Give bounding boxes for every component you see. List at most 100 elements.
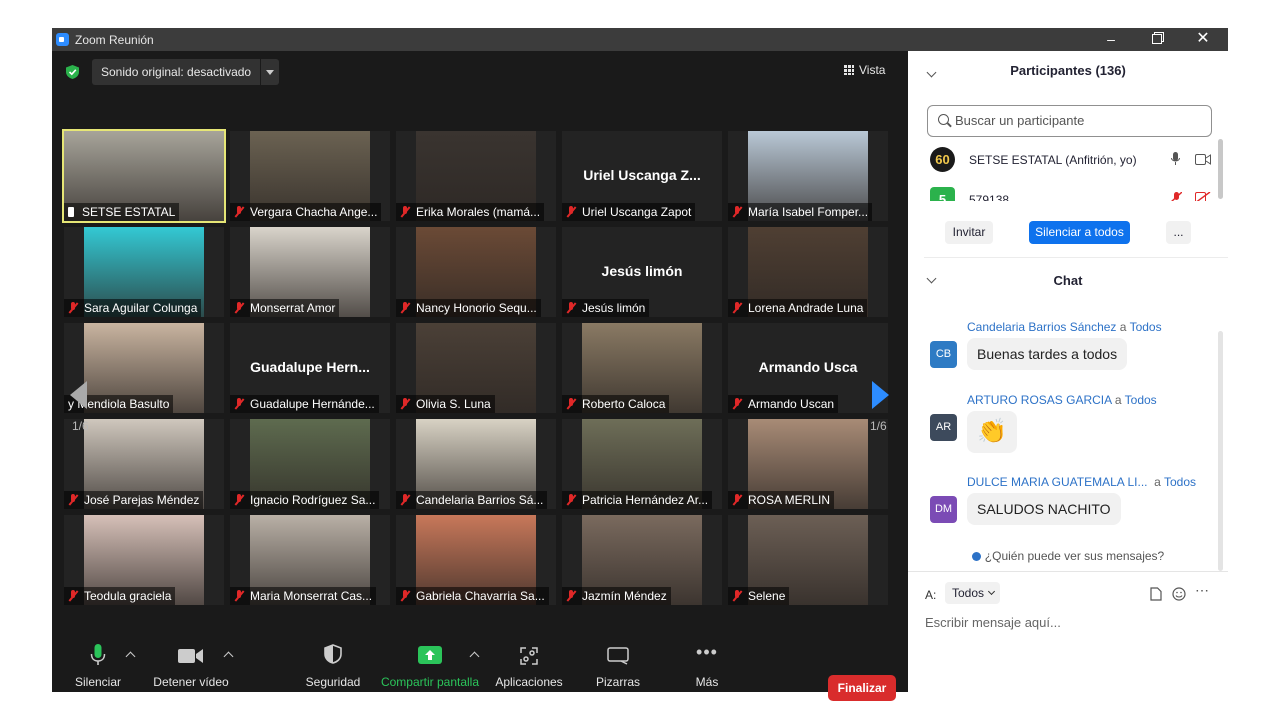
participant-video-tile[interactable]: Patricia Hernández Ar... [562,419,722,509]
participant-name: Nancy Honorio Sequ... [416,301,537,315]
more-options-icon[interactable]: ⋯ [1195,582,1209,599]
whiteboards-button[interactable]: Pizarras [588,634,648,692]
recipient-name[interactable]: Todos [1125,393,1157,407]
end-meeting-button[interactable]: Finalizar [828,675,896,701]
participant-name-label: Uriel Uscanga Zapot [562,203,696,221]
participant-video-tile[interactable]: Armando Usca Armando Uscan [728,323,888,413]
participant-video-tile[interactable]: Ignacio Rodríguez Sa... [230,419,390,509]
participant-search-input[interactable]: Buscar un participante [927,105,1212,137]
participant-video-tile[interactable]: SETSE ESTATAL [62,129,226,223]
participant-video-tile[interactable]: Jesús limón Jesús limón [562,227,722,317]
participant-video-tile[interactable]: Teodula graciela [64,515,224,605]
who-can-see-text: ¿Quién puede ver sus mensajes? [984,549,1165,563]
participant-video-tile[interactable]: Olivia S. Luna [396,323,556,413]
participant-video-tile[interactable]: Monserrat Amor [230,227,390,317]
participant-name-display: Armando Usca [758,359,858,375]
mute-all-button[interactable]: Silenciar a todos [1029,221,1130,244]
grid-view-icon [844,65,854,75]
participant-video-tile[interactable]: Selene [728,515,888,605]
participant-row-host[interactable]: 60 SETSE ESTATAL (Anfitrión, yo) [928,145,1218,173]
participant-name-label: Jazmín Méndez [562,587,671,605]
recipient-name[interactable]: Todos [1164,475,1196,489]
participant-name: Ignacio Rodríguez Sa... [250,493,376,507]
participant-video-tile[interactable]: Lorena Andrade Luna [728,227,888,317]
participant-name-label: Teodula graciela [64,587,176,605]
participant-row[interactable]: 5 579138 [928,183,1218,201]
divider [924,257,1228,258]
message-bubble-clapping-emoji: 👏 [967,411,1017,453]
participant-name-label: Vergara Chacha Ange... [230,203,382,221]
emoji-icon[interactable] [1172,587,1186,601]
participants-more-button[interactable]: ... [1166,221,1191,244]
share-screen-button[interactable]: Compartir pantalla [378,634,482,692]
muted-microphone-icon[interactable] [1171,192,1182,201]
microphone-icon[interactable] [1171,152,1180,166]
mute-label: Silenciar [74,675,122,689]
recipient-dropdown[interactable]: Todos [945,582,1001,604]
chat-message-input[interactable]: Escribir mensaje aquí... [925,615,1061,630]
participant-video-tile[interactable]: Gabriela Chavarria Sa... [396,515,556,605]
participant-video-tile[interactable]: Jazmín Méndez [562,515,722,605]
original-sound-toggle[interactable]: Sonido original: desactivado [92,59,279,85]
sender-avatar: CB [930,341,957,368]
sender-name[interactable]: DULCE MARIA GUATEMALA LI... [967,475,1148,489]
next-page-arrow-icon[interactable] [872,381,889,409]
share-screen-label: Compartir pantalla [380,675,480,689]
invite-button[interactable]: Invitar [945,221,993,244]
participant-video-tile[interactable]: Erika Morales (mamá... [396,131,556,221]
recipient-name[interactable]: Todos [1130,320,1162,334]
participant-video-tile[interactable]: Maria Monserrat Cas... [230,515,390,605]
previous-page-arrow-icon[interactable] [70,381,87,409]
restore-button[interactable] [1134,28,1180,51]
muted-microphone-icon [566,398,576,410]
participants-scrollbar[interactable] [1218,139,1223,199]
whiteboards-label: Pizarras [595,675,640,689]
participant-video-tile[interactable]: Uriel Uscanga Z... Uriel Uscanga Zapot [562,131,722,221]
participant-video-tile[interactable]: Vergara Chacha Ange... [230,131,390,221]
video-off-icon[interactable] [1195,192,1211,201]
participant-video-tile[interactable]: Roberto Caloca [562,323,722,413]
participant-video-tile[interactable]: Candelaria Barrios Sá... [396,419,556,509]
muted-microphone-icon [234,494,244,506]
participant-video-tile[interactable]: María Isabel Fomper... [728,131,888,221]
mute-button[interactable]: Silenciar [66,634,130,692]
participant-name: Uriel Uscanga Zapot [582,205,692,219]
encryption-shield-icon[interactable] [66,65,79,79]
sender-name[interactable]: Candelaria Barrios Sánchez [967,320,1116,334]
chevron-down-icon[interactable] [260,59,279,85]
participant-name-label: Patricia Hernández Ar... [562,491,713,509]
participant-name: Erika Morales (mamá... [416,205,541,219]
minimize-button[interactable]: – [1088,28,1134,51]
apps-button[interactable]: Aplicaciones [492,634,566,692]
participant-video-tile[interactable]: ROSA MERLIN [728,419,888,509]
participant-name-label: Jesús limón [562,299,650,317]
apps-label: Aplicaciones [495,675,563,689]
video-camera-icon[interactable] [1195,154,1211,165]
security-button[interactable]: Seguridad [298,634,368,692]
who-can-see-link[interactable]: ¿Quién puede ver sus mensajes? [908,549,1228,563]
muted-microphone-icon [566,590,576,602]
file-icon[interactable] [1150,587,1162,601]
chat-scrollbar[interactable] [1218,331,1223,571]
participant-video-tile[interactable]: Sara Aguilar Colunga [64,227,224,317]
meeting-toolbar: Silenciar Detener vídeo Seguridad Compar… [52,634,908,701]
participant-video-tile[interactable]: y Mendiola Basulto [64,323,224,413]
participant-name-label: SETSE ESTATAL [64,203,180,221]
window-title: Zoom Reunión [75,33,154,47]
view-button[interactable]: Vista [844,63,885,77]
participant-name-label: Selene [728,587,790,605]
participant-name: Selene [748,589,786,603]
more-button[interactable]: ••• Más [682,634,732,692]
close-button[interactable]: ✕ [1180,28,1226,51]
sender-name[interactable]: ARTURO ROSAS GARCIA [967,393,1111,407]
participant-video-tile[interactable]: Nancy Honorio Sequ... [396,227,556,317]
participant-name-display: Guadalupe Hern... [250,359,370,375]
security-shield-icon [324,644,342,664]
title-bar: Zoom Reunión – ✕ [52,28,1228,51]
stop-video-button[interactable]: Detener vídeo [148,634,234,692]
participant-name-label: Armando Uscan [728,395,839,413]
participant-video-tile[interactable]: Guadalupe Hern... Guadalupe Hernánde... [230,323,390,413]
chat-title: Chat [1053,273,1083,288]
recipient-preposition: a [1154,475,1161,489]
participant-name: Armando Uscan [748,397,835,411]
